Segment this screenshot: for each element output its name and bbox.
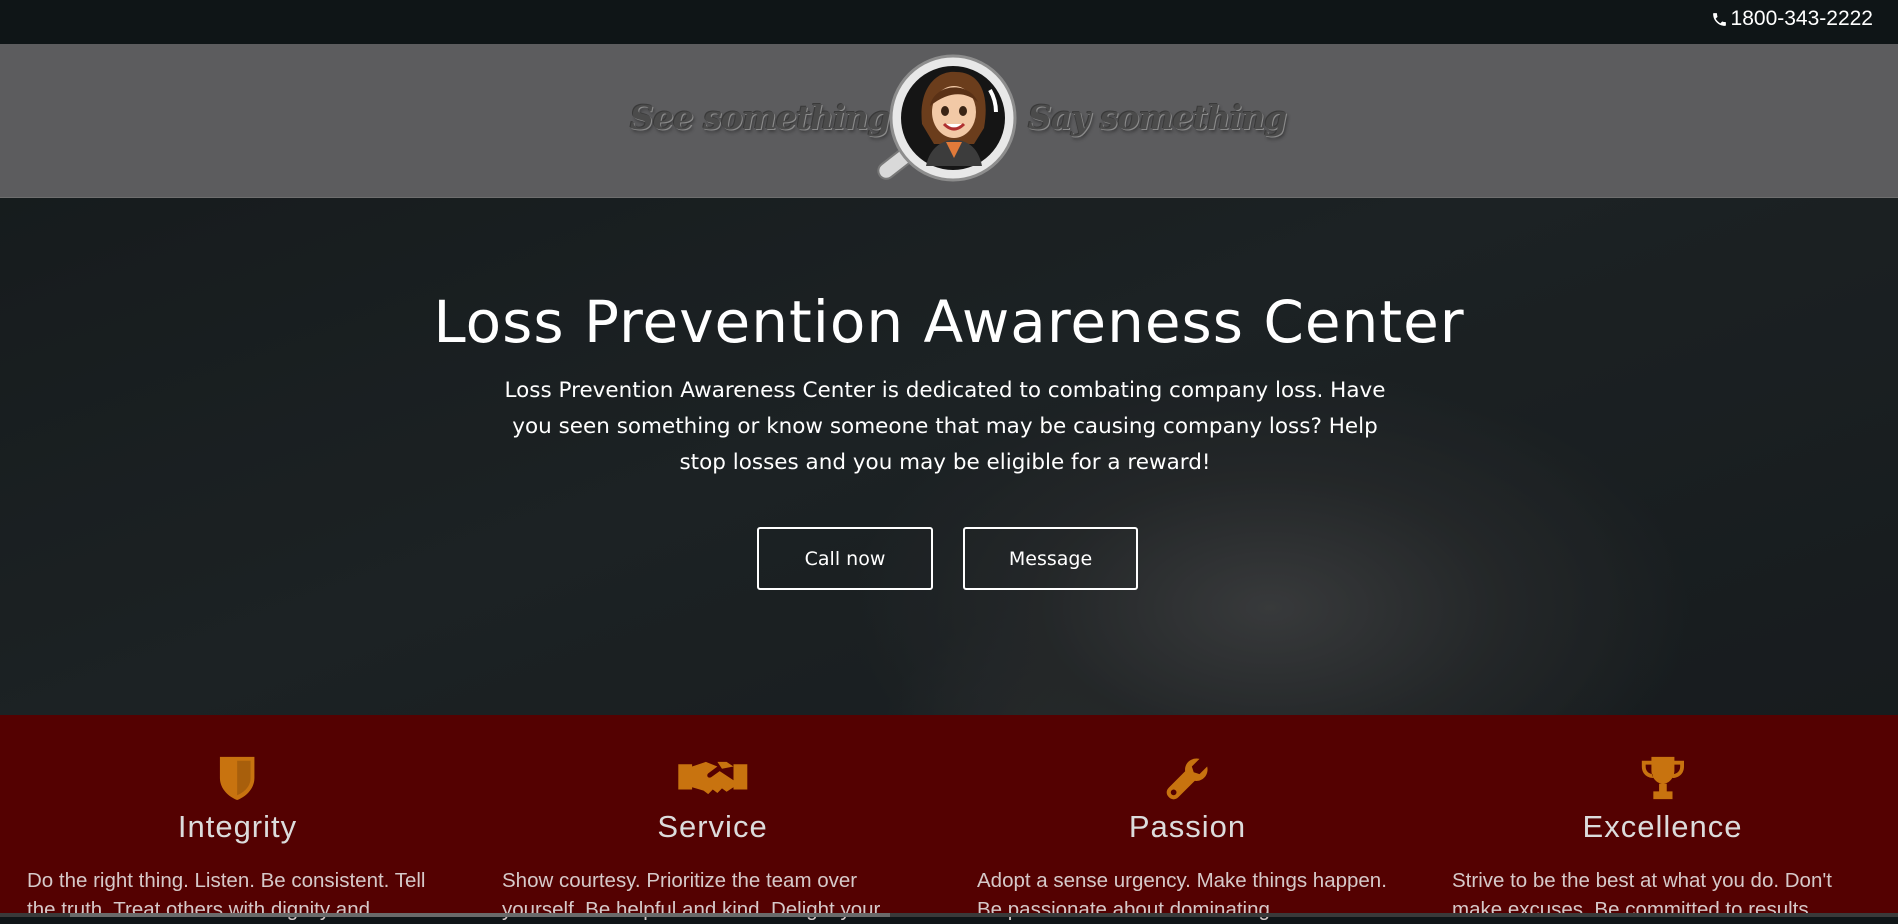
tagline-left: See something [630, 98, 891, 137]
hero-section: Loss Prevention Awareness Center Loss Pr… [0, 198, 1898, 715]
site-header: See something Say something [0, 44, 1898, 198]
value-title: Passion [1128, 809, 1247, 844]
values-section: Integrity Do the right thing. Listen. Be… [0, 715, 1898, 921]
hero-title: Loss Prevention Awareness Center [433, 288, 1465, 356]
hero-description: Loss Prevention Awareness Center is dedi… [504, 378, 1386, 475]
handshake-icon [678, 761, 747, 795]
wrench-icon [1166, 758, 1208, 800]
value-title: Integrity [177, 809, 298, 844]
top-bar: 1800-343-2222 [0, 0, 1898, 44]
phone-number: 1800-343-2222 [1730, 7, 1873, 30]
phone-icon [1712, 12, 1726, 26]
shield-icon [220, 756, 255, 801]
phone-link[interactable]: 1800-343-2222 [1711, 7, 1873, 31]
call-now-button[interactable]: Call now [757, 527, 933, 590]
message-button[interactable]: Message [963, 527, 1138, 590]
horizontal-scrollbar[interactable] [0, 913, 1898, 917]
scrollbar-thumb[interactable] [70, 913, 890, 917]
tagline-right: Say something [1028, 98, 1287, 137]
magnifying-glass-mascot-icon[interactable] [870, 54, 1020, 190]
trophy-icon [1641, 756, 1684, 800]
value-title: Service [657, 809, 768, 844]
value-title: Excellence [1582, 809, 1743, 844]
